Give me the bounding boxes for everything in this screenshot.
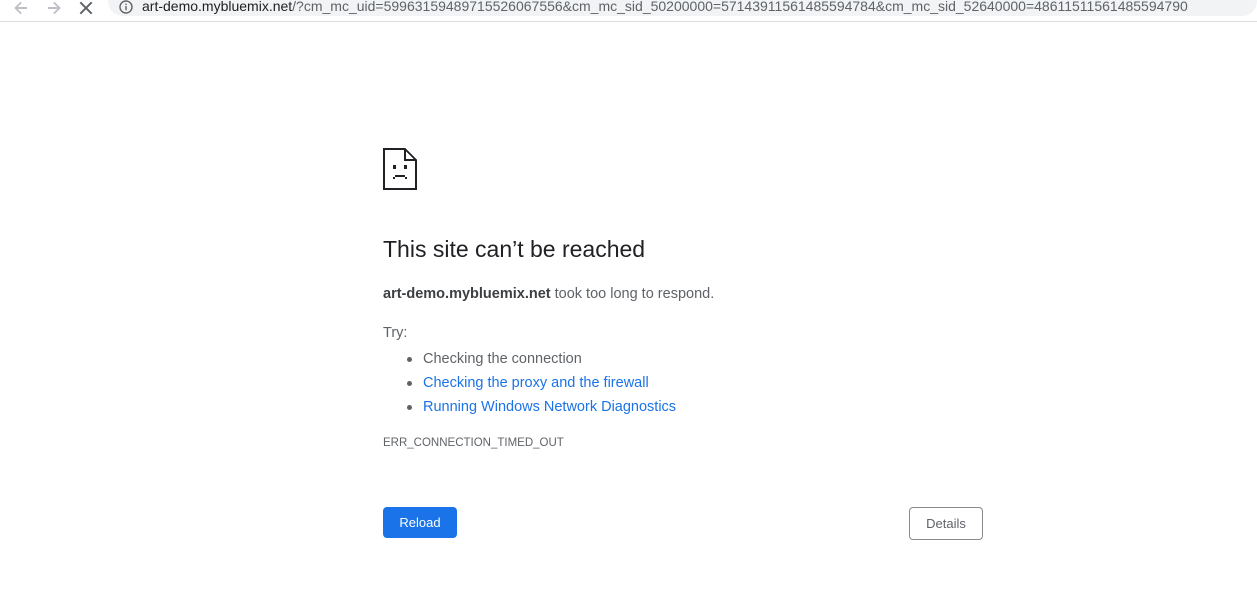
error-message: took too long to respond. (550, 286, 715, 302)
arrow-right-icon (48, 1, 61, 15)
sad-page-icon (383, 148, 417, 190)
close-icon (79, 1, 93, 15)
details-button[interactable]: Details (909, 507, 983, 540)
error-host: art-demo.mybluemix.net (383, 286, 551, 302)
arrow-left-icon (14, 1, 27, 15)
url-host: art-demo.mybluemix.net (142, 0, 293, 14)
check-proxy-link[interactable]: Checking the proxy and the firewall (423, 375, 649, 391)
url-path: /?cm_mc_uid=59963159489715526067556&cm_m… (292, 0, 1188, 14)
error-code: ERR_CONNECTION_TIMED_OUT (383, 437, 564, 449)
suggestion-check-connection: Checking the connection (406, 347, 676, 371)
try-label: Try: (383, 325, 408, 341)
suggestion-list: Checking the connection Checking the pro… (383, 347, 676, 419)
suggestion-text: Checking the connection (423, 351, 582, 367)
browser-toolbar: art-demo.mybluemix.net/?cm_mc_uid=599631… (0, 0, 1257, 22)
reload-button[interactable]: Reload (383, 507, 457, 538)
url-text[interactable]: art-demo.mybluemix.net/?cm_mc_uid=599631… (142, 0, 1188, 14)
error-headline: This site can’t be reached (383, 236, 646, 262)
stop-button[interactable] (75, 0, 97, 16)
back-button[interactable] (10, 0, 32, 16)
forward-button[interactable] (43, 0, 65, 16)
error-description: art-demo.mybluemix.net took too long to … (383, 286, 714, 302)
info-icon[interactable] (119, 0, 133, 14)
suggestion-network-diagnostics: Running Windows Network Diagnostics (406, 395, 676, 419)
suggestion-check-proxy: Checking the proxy and the firewall (406, 371, 676, 395)
network-diagnostics-link[interactable]: Running Windows Network Diagnostics (423, 399, 676, 415)
